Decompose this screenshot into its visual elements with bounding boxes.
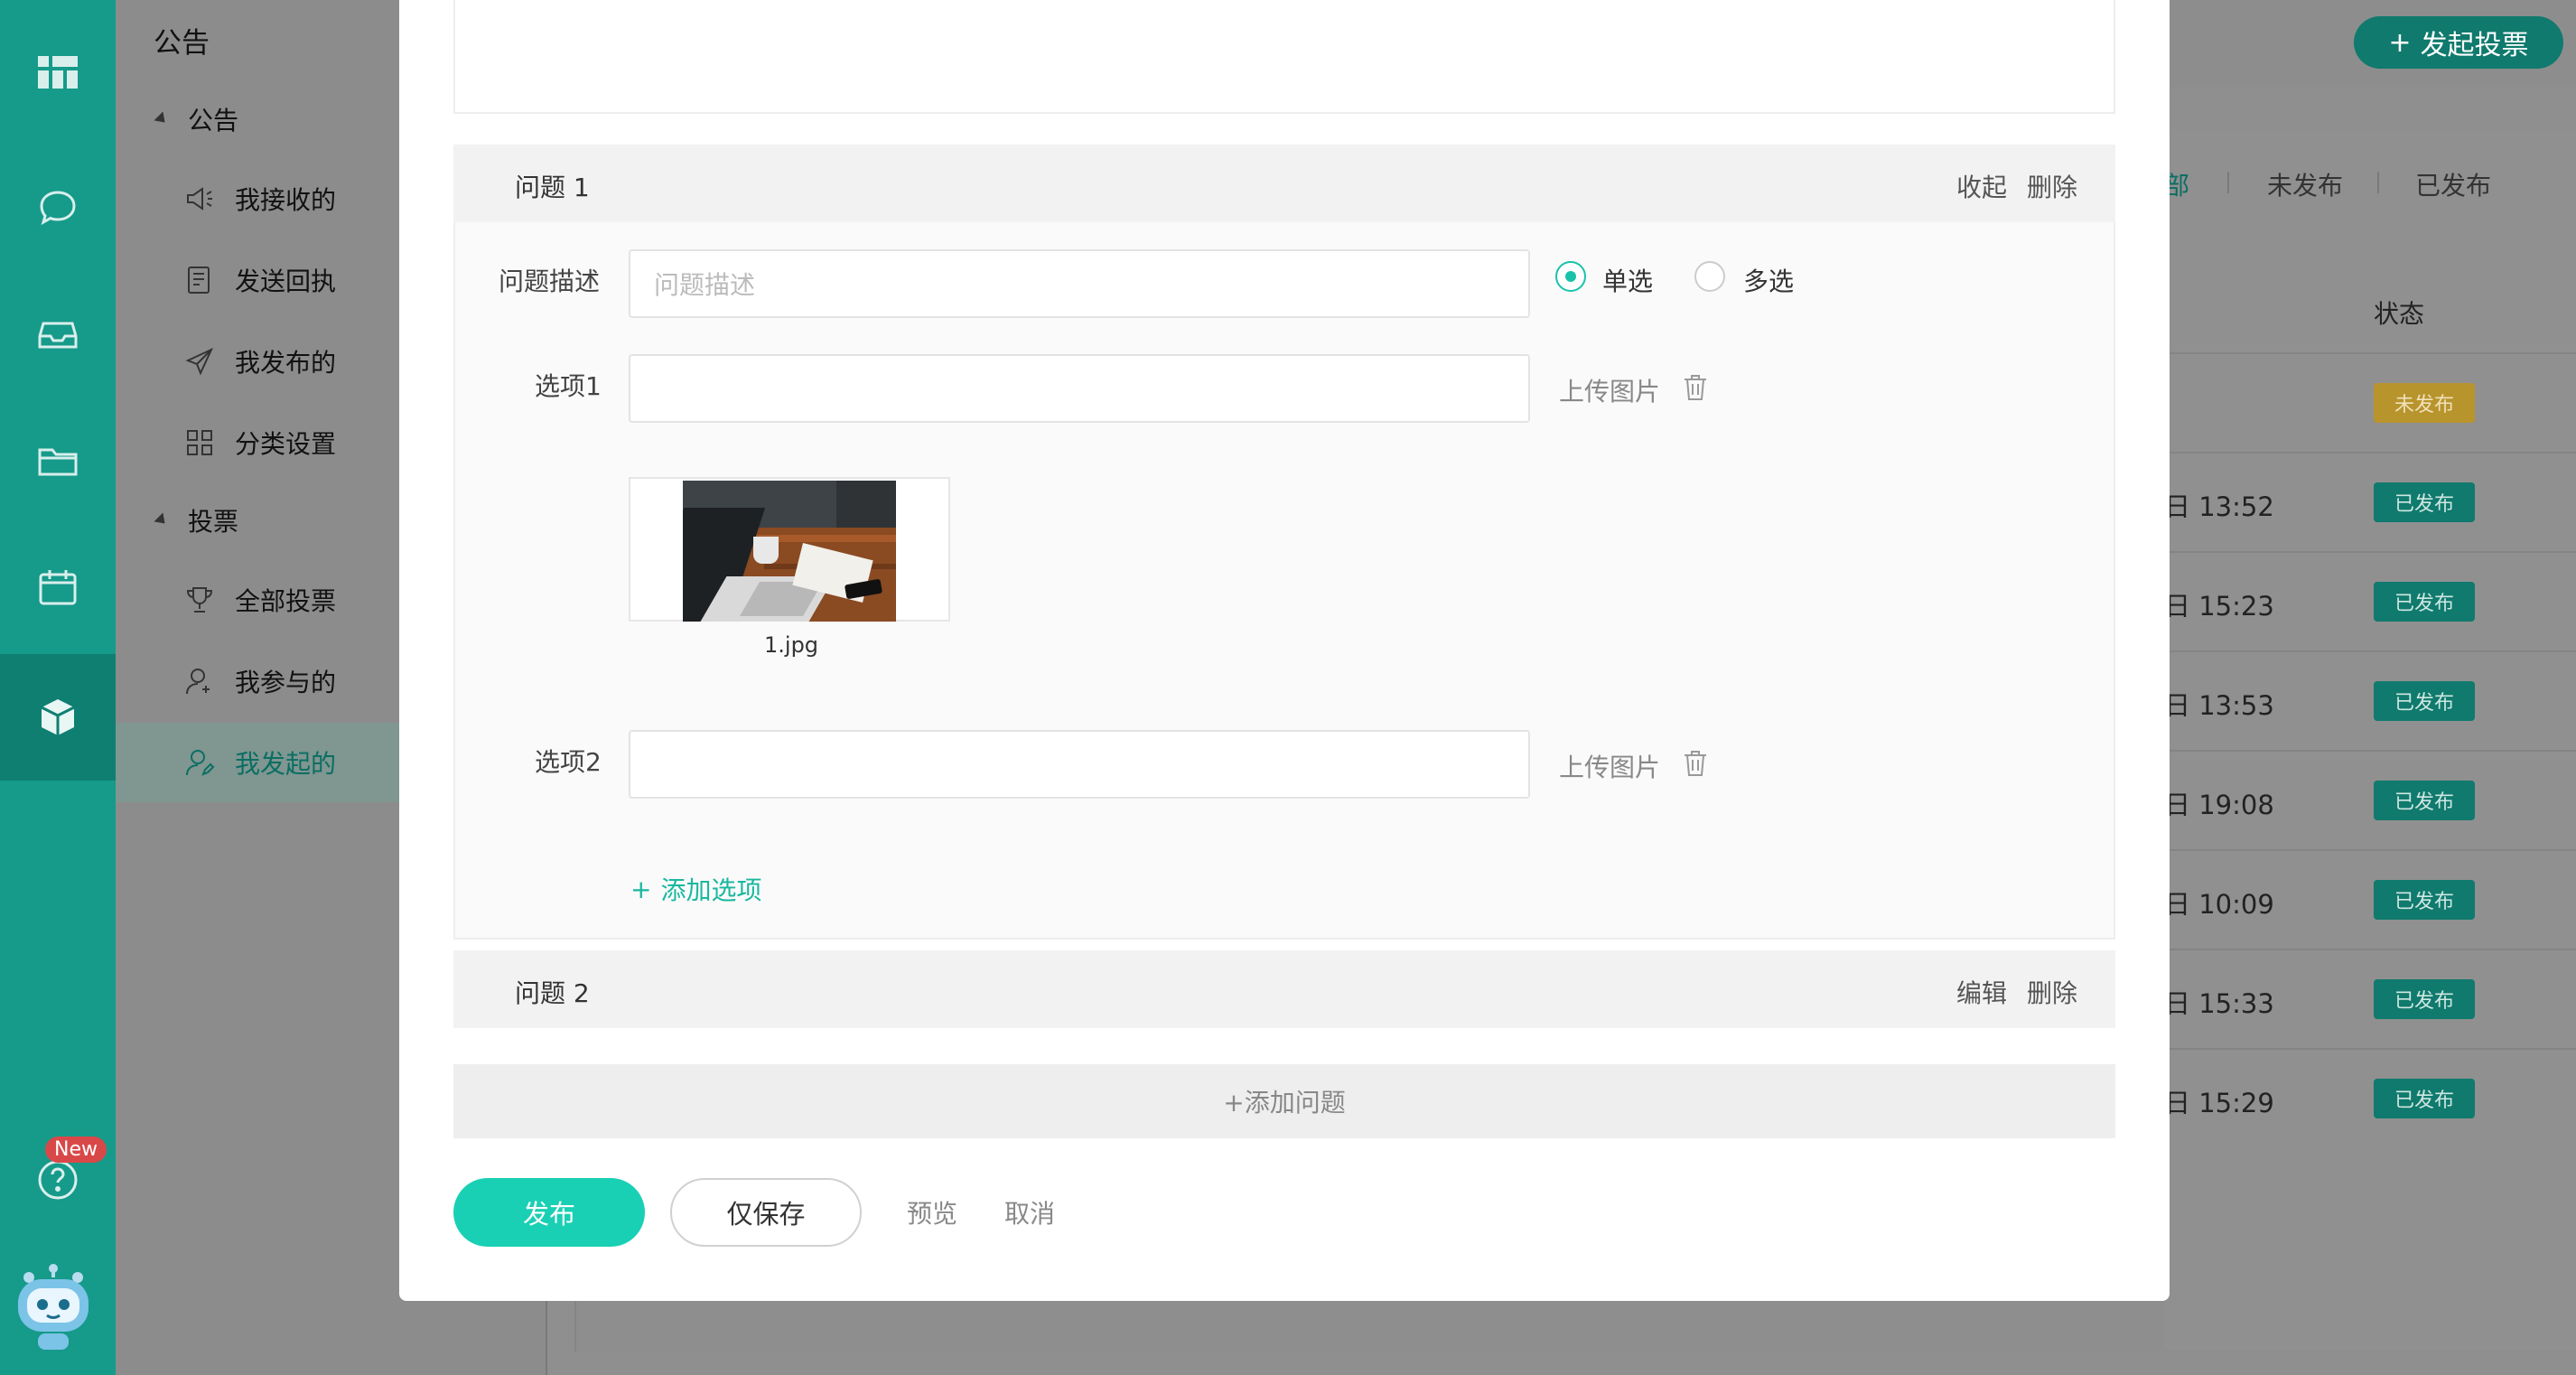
- vote-description-editor[interactable]: [453, 0, 2115, 114]
- send-icon: [185, 347, 214, 376]
- question-1-title: 问题 1: [515, 173, 590, 202]
- status-badge: 已发布: [2374, 1079, 2475, 1118]
- multi-choice-radio[interactable]: [1694, 261, 1725, 292]
- trophy-icon: [186, 587, 213, 613]
- table-row[interactable]: 日 15:29: [2164, 1048, 2576, 1147]
- upload-image-button[interactable]: 上传图片: [1559, 748, 1660, 784]
- question-2-title: 问题 2: [515, 978, 590, 1008]
- table-row[interactable]: 日 19:08: [2164, 750, 2576, 849]
- inbox-icon[interactable]: [0, 280, 116, 388]
- single-choice-label: 单选: [1602, 267, 1654, 296]
- chat-icon[interactable]: [0, 154, 116, 262]
- receipt-icon: [188, 267, 210, 294]
- table-row[interactable]: 日 15:33: [2164, 949, 2576, 1048]
- single-choice-radio[interactable]: [1555, 261, 1586, 292]
- dashboard-icon[interactable]: [0, 18, 116, 126]
- option-1-image[interactable]: [629, 477, 950, 622]
- desk-photo-thumbnail: [683, 481, 896, 622]
- collapse-arrow-icon: [154, 111, 170, 127]
- status-badge: 已发布: [2374, 482, 2475, 522]
- option-1-input[interactable]: [629, 354, 1530, 423]
- add-option-button[interactable]: + 添加选项: [630, 871, 761, 907]
- app-rail: New: [0, 0, 128, 1375]
- upload-image-button[interactable]: 上传图片: [1559, 372, 1660, 408]
- table-row[interactable]: [2164, 352, 2576, 452]
- status-badge: 未发布: [2374, 383, 2475, 423]
- start-vote-button[interactable]: + 发起投票: [2354, 16, 2563, 69]
- user-edit-icon: [186, 750, 215, 776]
- image-filename: 1.jpg: [764, 632, 819, 658]
- grid-icon: [187, 430, 212, 455]
- tab-published[interactable]: 已发布: [2415, 166, 2491, 202]
- table-row[interactable]: 日 15:23: [2164, 551, 2576, 650]
- tab-unpublished[interactable]: 未发布: [2267, 166, 2343, 202]
- assistant-robot-icon[interactable]: [13, 1263, 94, 1353]
- megaphone-icon: [187, 187, 212, 210]
- trash-icon[interactable]: [1680, 748, 1711, 779]
- edit-question-button[interactable]: 编辑: [1956, 974, 2007, 1010]
- status-badge: 已发布: [2374, 979, 2475, 1019]
- collapse-button[interactable]: 收起: [1956, 168, 2007, 204]
- folder-icon[interactable]: [0, 407, 116, 515]
- plus-icon: +: [2388, 26, 2412, 59]
- status-badge: 已发布: [2374, 781, 2475, 820]
- subnav-title: 公告: [154, 27, 210, 60]
- group-announcement[interactable]: 公告: [154, 101, 238, 137]
- cancel-button[interactable]: 取消: [1004, 1194, 1055, 1230]
- status-column-header: 状态: [2374, 299, 2425, 329]
- new-badge: New: [45, 1136, 107, 1163]
- tab-divider: [2227, 172, 2229, 193]
- calendar-icon[interactable]: [0, 533, 116, 641]
- option-2-label: 选项2: [535, 747, 602, 777]
- table-row[interactable]: 日 13:52: [2164, 452, 2576, 551]
- collapse-arrow-icon: [154, 512, 170, 528]
- question-1-header: 问题 1 收起 删除: [453, 145, 2115, 222]
- tab-divider: [2377, 172, 2379, 193]
- preview-button[interactable]: 预览: [907, 1194, 957, 1230]
- status-badge: 已发布: [2374, 681, 2475, 721]
- multi-choice-label: 多选: [1743, 267, 1795, 296]
- add-question-button[interactable]: +添加问题: [453, 1064, 2115, 1138]
- cube-icon[interactable]: [0, 654, 128, 781]
- status-badge: 已发布: [2374, 880, 2475, 920]
- plus-icon: +: [630, 874, 652, 904]
- delete-question-button[interactable]: 删除: [2027, 168, 2077, 204]
- trash-icon[interactable]: [1680, 372, 1711, 403]
- save-only-button[interactable]: 仅保存: [670, 1178, 862, 1247]
- delete-question-button[interactable]: 删除: [2027, 974, 2077, 1010]
- group-vote[interactable]: 投票: [154, 502, 238, 538]
- option-2-input[interactable]: [629, 730, 1530, 799]
- status-badge: 已发布: [2374, 582, 2475, 622]
- table-row[interactable]: 日 13:53: [2164, 650, 2576, 750]
- option-1-label: 选项1: [535, 371, 602, 401]
- question-desc-input[interactable]: 问题描述: [629, 249, 1530, 318]
- publish-button[interactable]: 发布: [453, 1178, 645, 1247]
- question-desc-label: 问题描述: [499, 267, 601, 296]
- question-2-header[interactable]: 问题 2 编辑 删除: [453, 950, 2115, 1028]
- table-row[interactable]: 日 10:09: [2164, 849, 2576, 949]
- user-icon: [186, 669, 210, 695]
